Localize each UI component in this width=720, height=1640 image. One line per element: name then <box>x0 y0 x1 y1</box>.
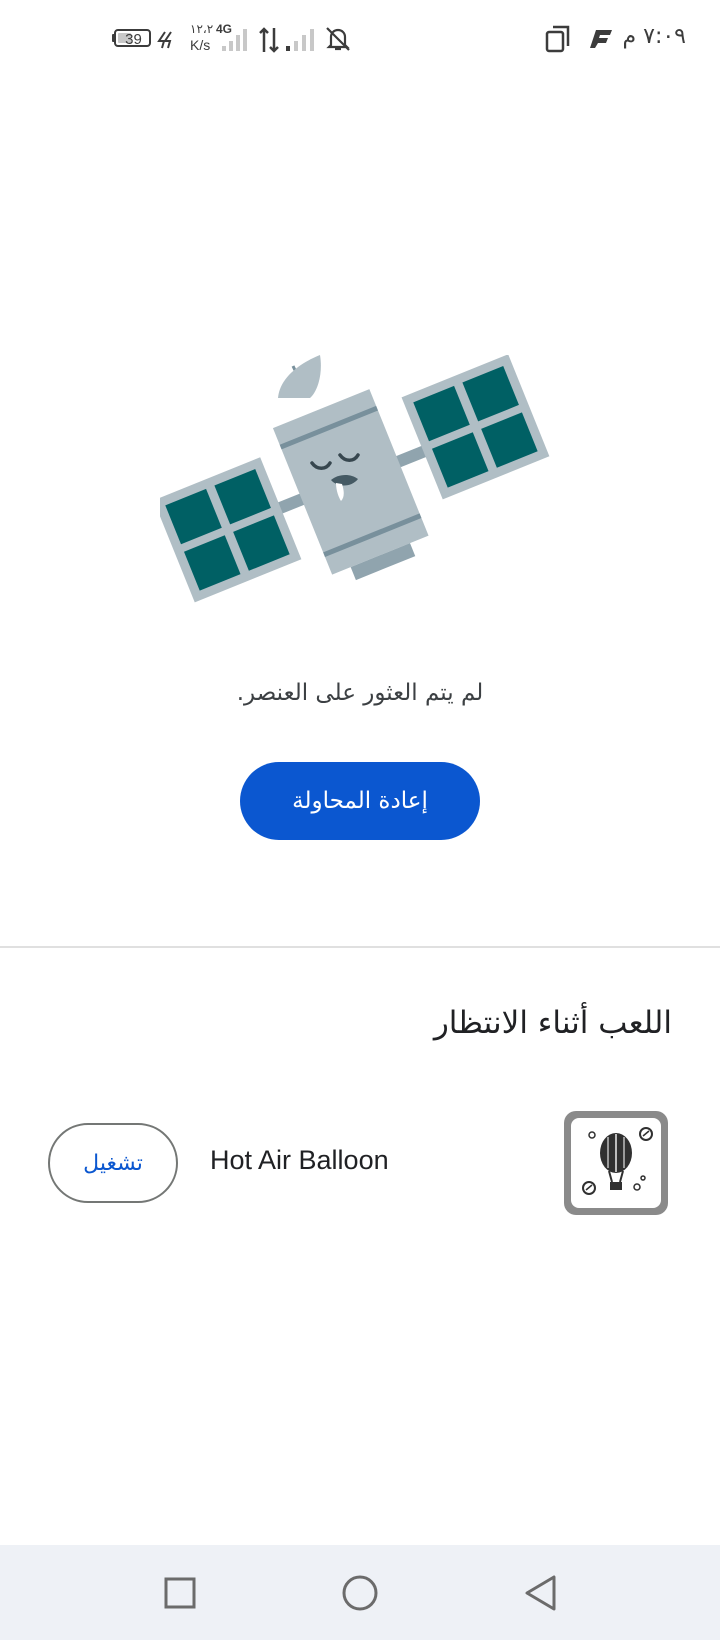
play-button[interactable]: تشغيل <box>48 1123 178 1203</box>
section-divider <box>0 946 720 948</box>
status-bar: 39 4G ١٢،٢ K/s ٧:٠٩ م <box>0 0 720 80</box>
hot-air-balloon-icon[interactable] <box>561 1108 671 1218</box>
retry-button[interactable]: إعادة المحاولة <box>240 762 480 840</box>
app-f-icon <box>590 30 612 48</box>
copy-icon <box>545 25 570 53</box>
navigation-bar <box>0 1545 720 1640</box>
battery-level: 39 <box>125 31 142 48</box>
home-button[interactable] <box>330 1563 390 1623</box>
data-arrows-icon <box>259 27 279 53</box>
back-button[interactable] <box>510 1563 570 1623</box>
recents-button[interactable] <box>150 1563 210 1623</box>
signal-icon <box>222 29 247 51</box>
charging-icon <box>157 31 172 49</box>
recents-icon <box>164 1577 196 1609</box>
back-icon <box>525 1575 556 1611</box>
game-title: Hot Air Balloon <box>210 1145 389 1175</box>
notifications-off-icon <box>326 27 350 51</box>
clock: ٧:٠٩ م <box>622 24 687 49</box>
battery-icon: 39 <box>112 29 153 51</box>
error-message: لم يتم العثور على العنصر. <box>236 680 484 706</box>
home-icon <box>342 1575 378 1611</box>
signal-icon <box>286 29 314 51</box>
satellite-illustration <box>160 355 550 603</box>
section-title: اللعب أثناء الانتظار <box>433 1005 672 1041</box>
